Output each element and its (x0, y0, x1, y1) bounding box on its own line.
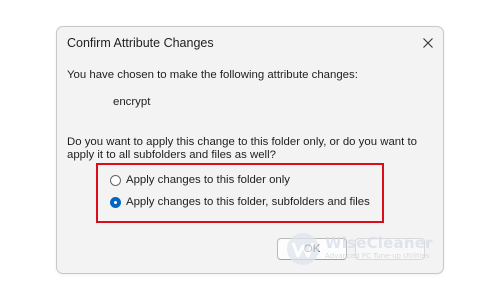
option-folder-subfolders-files[interactable]: Apply changes to this folder, subfolders… (110, 196, 370, 208)
watermark-tagline: Advanced PC Tune-up Utilities (325, 252, 430, 260)
attribute-change-value: encrypt (113, 96, 151, 108)
option-folder-only[interactable]: Apply changes to this folder only (110, 174, 290, 186)
close-icon (423, 38, 433, 48)
option-folder-subfolders-files-label: Apply changes to this folder, subfolders… (126, 196, 370, 208)
radio-button-checked[interactable] (110, 196, 121, 208)
question-text-line2: apply it to all subfolders and files as … (67, 149, 276, 161)
dialog-title: Confirm Attribute Changes (67, 36, 214, 50)
close-button[interactable] (415, 31, 441, 55)
highlight-box (96, 163, 384, 223)
radio-button-unchecked[interactable] (110, 174, 121, 186)
title-bar: Confirm Attribute Changes (57, 27, 443, 59)
intro-text: You have chosen to make the following at… (67, 69, 358, 81)
watermark-name: WiseCleaner (325, 234, 433, 252)
wisecleaner-logo-icon (287, 233, 319, 265)
option-folder-only-label: Apply changes to this folder only (126, 174, 290, 186)
watermark: WiseCleaner Advanced PC Tune-up Utilitie… (285, 229, 435, 269)
question-text-line1: Do you want to apply this change to this… (67, 136, 417, 148)
